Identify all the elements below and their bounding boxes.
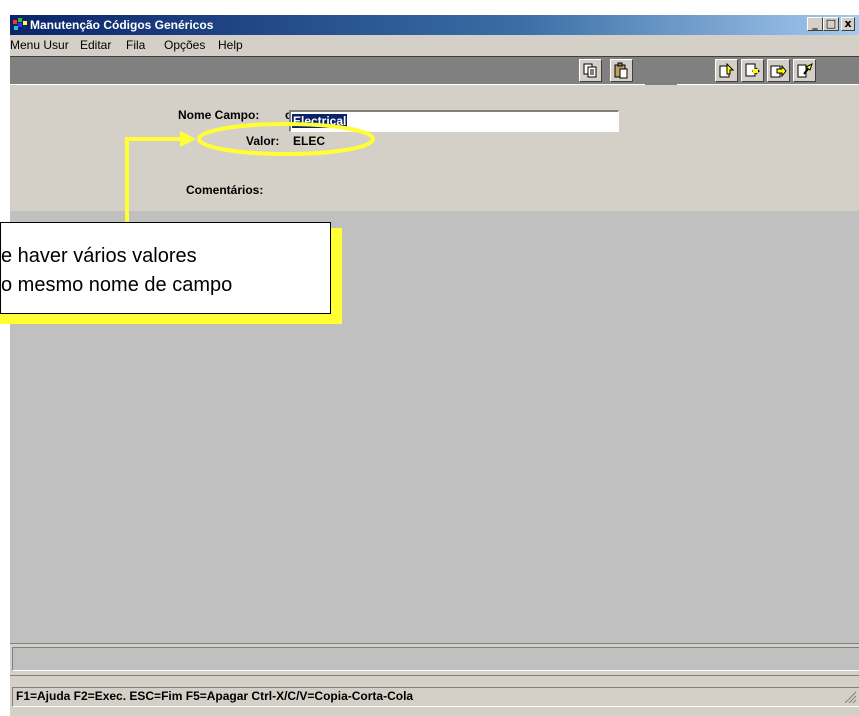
- toolbar-separator: [645, 57, 677, 86]
- edit-record-icon: [745, 63, 761, 77]
- help-query-button[interactable]: [715, 59, 738, 82]
- paste-icon: [614, 62, 628, 79]
- close-button[interactable]: x: [841, 17, 855, 31]
- callout-line-1: e haver vários valores: [1, 245, 197, 267]
- next-record-button[interactable]: [767, 59, 790, 82]
- toolbar: [10, 56, 859, 86]
- execute-icon: [797, 63, 813, 78]
- copy-icon: [583, 63, 597, 78]
- copy-button[interactable]: [579, 59, 602, 82]
- help-query-icon: [719, 62, 735, 78]
- next-record-icon: [770, 64, 787, 78]
- value-label: Valor:: [246, 134, 280, 148]
- comments-value: Electrical: [292, 114, 348, 128]
- menu-usur[interactable]: Menu Usur: [10, 38, 69, 52]
- app-window: Manutenção Códigos Genéricos _ □ x Menu …: [9, 14, 859, 716]
- message-bar: [10, 643, 859, 676]
- edit-record-button[interactable]: [741, 59, 764, 82]
- callout-line-2: o mesmo nome de campo: [1, 274, 233, 296]
- title-bar[interactable]: Manutenção Códigos Genéricos _ □ x: [10, 15, 859, 35]
- menu-help[interactable]: Help: [218, 38, 243, 52]
- status-bar: F1=Ajuda F2=Exec. ESC=Fim F5=Apagar Ctrl…: [10, 680, 859, 716]
- annotation-callout: e haver vários valores o mesmo nome de c…: [0, 222, 331, 314]
- message-text: [12, 647, 859, 671]
- minimize-button[interactable]: _: [807, 17, 823, 31]
- comments-label: Comentários:: [186, 183, 264, 197]
- menu-bar: Menu Usur Editar Fila Opções Help: [10, 35, 859, 54]
- comments-field[interactable]: Electrical: [289, 110, 619, 132]
- status-text: F1=Ajuda F2=Exec. ESC=Fim F5=Apagar Ctrl…: [12, 687, 859, 707]
- window-title: Manutenção Códigos Genéricos: [30, 18, 214, 32]
- menu-opcoes[interactable]: Opções: [164, 38, 205, 52]
- execute-button[interactable]: [793, 59, 816, 82]
- maximize-button[interactable]: □: [823, 17, 839, 31]
- menu-editar[interactable]: Editar: [80, 38, 111, 52]
- form-panel: Nome Campo: ca_problem Valor: ELEC Comen…: [10, 85, 859, 212]
- menu-fila[interactable]: Fila: [126, 38, 145, 52]
- paste-button[interactable]: [610, 59, 633, 82]
- value-value: ELEC: [293, 134, 326, 148]
- app-icon: [13, 18, 27, 30]
- resize-grip-icon[interactable]: [843, 690, 857, 704]
- field-name-label: Nome Campo:: [178, 108, 260, 122]
